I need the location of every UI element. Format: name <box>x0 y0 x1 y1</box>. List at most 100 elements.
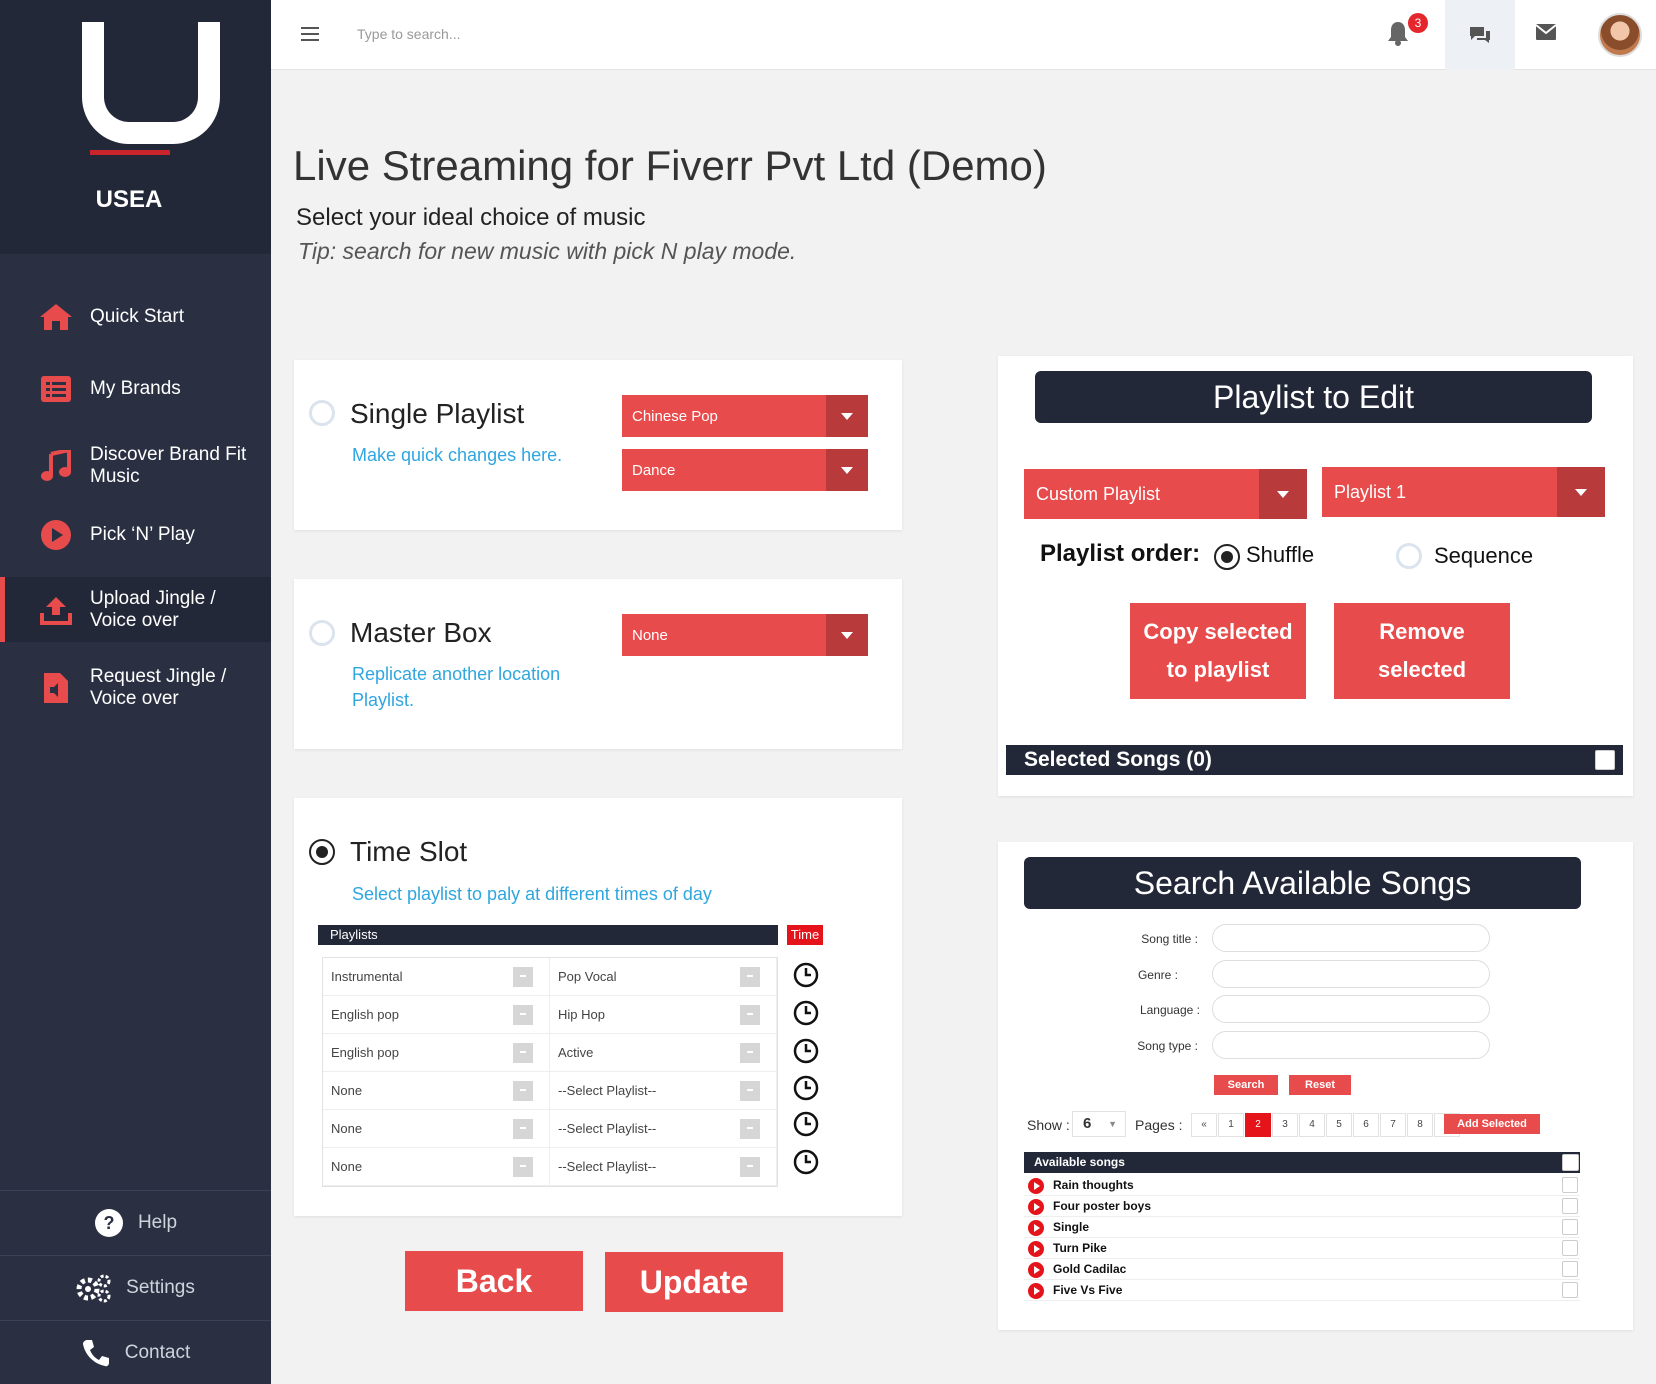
sequence-radio[interactable] <box>1396 543 1422 569</box>
playlist-select[interactable]: Pop Vocal <box>550 958 777 995</box>
dropdown-value: Custom Playlist <box>1036 483 1161 504</box>
play-icon[interactable] <box>1028 1241 1044 1257</box>
genre-input[interactable] <box>1212 960 1490 988</box>
single-playlist-dropdown-1[interactable]: Chinese Pop <box>622 395 868 437</box>
playlist-select[interactable]: --Select Playlist-- <box>550 1072 777 1109</box>
page-button[interactable]: 7 <box>1380 1113 1406 1137</box>
help-icon: ? <box>94 1208 124 1238</box>
master-box-radio[interactable] <box>309 620 335 646</box>
master-box-dropdown[interactable]: None <box>622 614 868 656</box>
available-songs-header: Available songs <box>1024 1152 1580 1173</box>
page-button[interactable]: 6 <box>1353 1113 1379 1137</box>
play-icon[interactable] <box>1028 1283 1044 1299</box>
playlist-select[interactable]: None <box>323 1110 550 1147</box>
sidebar-item-label: Quick Start <box>90 306 184 327</box>
back-button[interactable]: Back <box>405 1251 583 1311</box>
show-count-select[interactable]: 6 ▼ <box>1072 1111 1126 1137</box>
dropdown-value: None <box>632 626 668 644</box>
playlists-header: Playlists <box>318 925 778 945</box>
playlist-select[interactable]: Instrumental <box>323 958 550 995</box>
page-button[interactable]: 5 <box>1326 1113 1352 1137</box>
cell-value: None <box>331 1121 363 1136</box>
sidebar-item-discover-music[interactable]: Discover Brand Fit Music <box>0 438 271 494</box>
page-button[interactable]: 8 <box>1407 1113 1433 1137</box>
help-label: Help <box>137 1211 178 1233</box>
shuffle-label: Shuffle <box>1246 542 1315 567</box>
song-checkbox[interactable] <box>1562 1282 1578 1298</box>
song-title-label: Song title : <box>1141 932 1198 946</box>
clock-icon[interactable] <box>793 1075 819 1101</box>
playlist-select[interactable]: Hip Hop <box>550 996 777 1033</box>
sidebar-item-request-jingle[interactable]: Request Jingle / Voice over <box>0 660 271 716</box>
copy-to-playlist-button[interactable]: Copy selected to playlist <box>1130 603 1306 699</box>
reset-button[interactable]: Reset <box>1289 1075 1351 1095</box>
chevron-down-icon <box>1557 467 1605 517</box>
playlist-select[interactable]: None <box>323 1148 550 1185</box>
help-link[interactable]: ? Help <box>0 1190 271 1254</box>
contact-link[interactable]: Contact <box>0 1320 271 1384</box>
show-count-value: 6 <box>1083 1115 1092 1132</box>
sidebar-item-pick-n-play[interactable]: Pick ‘N’ Play <box>0 514 271 556</box>
table-row: None --Select Playlist-- <box>323 1148 777 1186</box>
song-title-input[interactable] <box>1212 924 1490 952</box>
phone-icon <box>81 1338 111 1368</box>
settings-link[interactable]: Settings <box>0 1255 271 1319</box>
page-button[interactable]: 4 <box>1299 1113 1325 1137</box>
selected-songs-bar: Selected Songs (0) <box>1006 745 1623 775</box>
sidebar-item-upload-jingle[interactable]: Upload Jingle / Voice over <box>0 577 271 642</box>
single-playlist-radio[interactable] <box>309 400 335 426</box>
time-slot-radio[interactable] <box>309 839 335 865</box>
song-checkbox[interactable] <box>1562 1240 1578 1256</box>
song-checkbox[interactable] <box>1562 1198 1578 1214</box>
playlist-type-dropdown[interactable]: Custom Playlist <box>1024 469 1307 519</box>
play-icon[interactable] <box>1028 1220 1044 1236</box>
sidebar-item-my-brands[interactable]: My Brands <box>0 368 271 410</box>
search-input[interactable]: Type to search... <box>357 26 461 42</box>
song-checkbox[interactable] <box>1562 1219 1578 1235</box>
table-row: English pop Hip Hop <box>323 996 777 1034</box>
search-button[interactable]: Search <box>1214 1075 1278 1095</box>
chat-button[interactable] <box>1445 0 1515 70</box>
playlist-select[interactable]: None <box>323 1072 550 1109</box>
play-icon[interactable] <box>1028 1178 1044 1194</box>
play-icon[interactable] <box>1028 1262 1044 1278</box>
upload-icon <box>36 595 76 625</box>
select-all-checkbox[interactable] <box>1595 750 1615 770</box>
playlist-edit-title: Playlist to Edit <box>1035 371 1592 423</box>
page-button[interactable]: 1 <box>1218 1113 1244 1137</box>
page-prev-button[interactable]: « <box>1191 1113 1217 1137</box>
sidebar-item-quick-start[interactable]: Quick Start <box>0 296 271 338</box>
menu-icon[interactable] <box>301 26 319 47</box>
shuffle-radio[interactable] <box>1214 544 1240 570</box>
song-checkbox[interactable] <box>1562 1261 1578 1277</box>
clock-icon[interactable] <box>793 962 819 988</box>
update-button[interactable]: Update <box>605 1252 783 1312</box>
playlist-select[interactable]: English pop <box>323 1034 550 1071</box>
remove-songs-button[interactable]: Remove selected songs <box>1334 603 1510 720</box>
clock-icon[interactable] <box>793 1000 819 1026</box>
clock-icon[interactable] <box>793 1038 819 1064</box>
page-button[interactable]: 3 <box>1272 1113 1298 1137</box>
playlist-select[interactable]: Active <box>550 1034 777 1071</box>
playlist-select[interactable]: English pop <box>323 996 550 1033</box>
select-all-songs-checkbox[interactable] <box>1562 1154 1579 1171</box>
single-playlist-dropdown-2[interactable]: Dance <box>622 449 868 491</box>
playlist-select[interactable]: --Select Playlist-- <box>550 1110 777 1147</box>
list-item: Gold Cadilac <box>1024 1259 1580 1280</box>
playlist-select[interactable]: --Select Playlist-- <box>550 1148 777 1185</box>
song-title: Gold Cadilac <box>1053 1262 1127 1276</box>
song-type-input[interactable] <box>1212 1031 1490 1059</box>
page-button-current[interactable]: 2 <box>1245 1113 1271 1137</box>
clock-icon[interactable] <box>793 1149 819 1175</box>
bell-icon[interactable] <box>1387 20 1409 51</box>
mail-icon[interactable] <box>1535 24 1557 45</box>
play-icon[interactable] <box>1028 1199 1044 1215</box>
song-checkbox[interactable] <box>1562 1177 1578 1193</box>
language-input[interactable] <box>1212 995 1490 1023</box>
clock-icon[interactable] <box>793 1111 819 1137</box>
sequence-label: Sequence <box>1434 543 1534 568</box>
show-label: Show : <box>1027 1117 1070 1133</box>
add-selected-button[interactable]: Add Selected <box>1444 1114 1540 1134</box>
avatar[interactable] <box>1598 13 1642 57</box>
playlist-select-dropdown[interactable]: Playlist 1 <box>1322 467 1605 517</box>
